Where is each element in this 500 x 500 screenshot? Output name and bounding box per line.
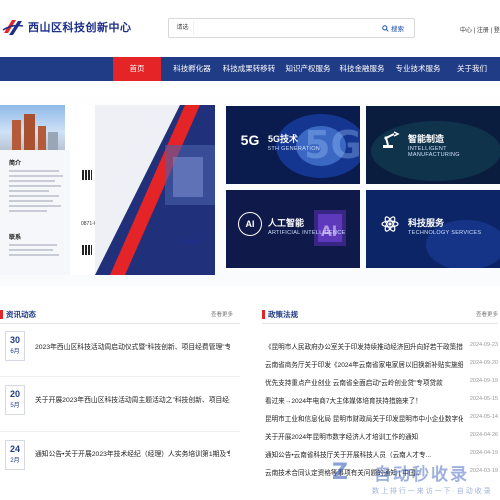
policy-section-title: 政策法规 bbox=[268, 309, 298, 319]
policy-date: 2024-09-19 bbox=[469, 378, 498, 384]
policy-item[interactable]: 《昆明市人民政府办公室关于印发持续推动经济回升向好若干政策措施... 2024-… bbox=[262, 338, 498, 356]
news-item[interactable]: 24 2月 通知公告•关于开展2023年技术经纪（经理）人实务培训第1期及专题.… bbox=[0, 440, 240, 480]
policy-more-link[interactable]: 查看更多 bbox=[476, 310, 498, 318]
policy-date: 2024-09-23 bbox=[469, 342, 498, 348]
tile-tech-services-subtitle: TECHNOLOGY SERVICES bbox=[408, 230, 482, 236]
watermark-logo-icon: Z bbox=[332, 460, 348, 485]
brochure-brand-logo: UFIELD bbox=[178, 240, 200, 246]
tile-manufacturing-title: 智能制造 bbox=[408, 134, 445, 144]
news-date-month: 6月 bbox=[10, 349, 20, 355]
5g-icon: 5G bbox=[240, 132, 260, 148]
tile-5g[interactable]: 5G 5G 5G技术 5TH GENERATION bbox=[226, 106, 360, 184]
policy-item[interactable]: 云南省商务厅关于印发《2024年云南省家电家居以旧换新补贴实施细则... 202… bbox=[262, 356, 498, 374]
tile-5g-subtitle: 5TH GENERATION bbox=[268, 146, 321, 152]
search-button-label: 搜索 bbox=[391, 26, 404, 33]
watermark-text: 自动秒收录 bbox=[374, 465, 469, 484]
policy-headline[interactable]: 昆明市工业和信息化局 昆明市财政局关于印发昆明市中小企业数字化转... bbox=[265, 413, 463, 423]
nav-item-tech-services[interactable]: 专业技术服务 bbox=[393, 57, 443, 81]
policy-item[interactable]: 优先支持重点产业创业 云南省全面启动“云岭创业贷”专项贷款 2024-09-19 bbox=[262, 374, 498, 392]
news-date-day: 20 bbox=[9, 389, 20, 399]
policy-date: 2024-05-14 bbox=[469, 414, 498, 420]
tile-ai-title: 人工智能 bbox=[268, 218, 305, 228]
news-date-day: 30 bbox=[9, 335, 20, 345]
policy-headline[interactable]: 云南省商务厅关于印发《2024年云南省家电家居以旧换新补贴实施细则... bbox=[265, 359, 463, 369]
brochure-contact-heading: 联系 bbox=[9, 235, 22, 241]
news-section-title: 资讯动态 bbox=[6, 309, 36, 319]
policy-item[interactable]: 看过来→2024年电商7大主体媒体培育扶持措施来了！ 2024-05-15 bbox=[262, 392, 498, 410]
news-date-day: 24 bbox=[9, 444, 20, 454]
logo-mark-icon bbox=[2, 16, 24, 38]
nav-item-incubator[interactable]: 科技孵化器 bbox=[168, 57, 216, 81]
site-logo[interactable]: 西山区科技创新中心 bbox=[2, 16, 132, 38]
promo-brochure-image[interactable]: 简介 联系 0871-6213 3380 UFIELD bbox=[0, 105, 215, 275]
policy-date: 2024-09-20 bbox=[469, 360, 498, 366]
building-photo bbox=[0, 105, 65, 150]
news-item[interactable]: 20 5月 关于开展2023年西山区科技活动周主题活动之”科技创新、项目经费..… bbox=[0, 385, 240, 425]
brochure-graphic bbox=[95, 105, 215, 275]
news-divider bbox=[0, 376, 240, 377]
news-headline[interactable]: 通知公告•关于开展2023年技术经纪（经理）人实务培训第1期及专题... bbox=[35, 448, 230, 458]
policy-headline[interactable]: 《昆明市人民政府办公室关于印发持续推动经济回升向好若干政策措施... bbox=[265, 341, 463, 351]
news-date: 20 5月 bbox=[5, 385, 25, 415]
atom-icon bbox=[378, 212, 402, 236]
site-header: 西山区科技创新中心 请选 搜索 中心 | 注册 | 登录 bbox=[0, 0, 500, 57]
news-date-month: 5月 bbox=[10, 403, 20, 409]
news-section-header: 资讯动态 查看更多 bbox=[0, 307, 233, 321]
policy-item[interactable]: 昆明市工业和信息化局 昆明市财政局关于印发昆明市中小企业数字化转... 2024… bbox=[262, 410, 498, 428]
news-divider bbox=[0, 431, 240, 432]
nav-item-finance-services[interactable]: 科技金融服务 bbox=[338, 57, 386, 81]
watermark-overlay: Z 自动秒收录 数 上 排 行 一 来 访 一 下 · 自 动 收 录 bbox=[332, 454, 500, 500]
tile-tech-services[interactable]: 科技服务 TECHNOLOGY SERVICES bbox=[366, 190, 500, 268]
news-headline[interactable]: 2023年西山区科技活动周启动仪式暨“科技创新、项目经费管理”专... bbox=[35, 341, 230, 351]
robot-arm-icon bbox=[378, 128, 402, 152]
tile-5g-title: 5G技术 bbox=[268, 134, 299, 144]
search-scope-select[interactable]: 请选 bbox=[172, 21, 194, 35]
search-input[interactable] bbox=[194, 20, 372, 36]
main-nav: 首页 科技孵化器 科技成果转移转化 知识产权服务 科技金融服务 专业技术服务 关… bbox=[0, 57, 500, 97]
nav-item-tech-transfer[interactable]: 科技成果转移转化 bbox=[220, 57, 278, 97]
news-item[interactable]: 30 6月 2023年西山区科技活动周启动仪式暨“科技创新、项目经费管理”专..… bbox=[0, 331, 240, 371]
nav-item-about[interactable]: 关于我们 bbox=[452, 57, 492, 81]
news-date: 24 2月 bbox=[5, 440, 25, 470]
nav-item-home[interactable]: 首页 bbox=[113, 57, 161, 81]
policy-date: 2024-05-15 bbox=[469, 396, 498, 402]
search-bar: 请选 搜索 bbox=[168, 18, 415, 38]
tile-smart-manufacturing[interactable]: 智能制造 INTELLIGENT MANUFACTURING bbox=[366, 106, 500, 184]
policy-item[interactable]: 关于开展2024年昆明市数字经济人才培训工作的通知 2024-04-26 bbox=[262, 428, 498, 446]
user-links[interactable]: 中心 | 注册 | 登录 bbox=[460, 25, 500, 34]
search-button[interactable]: 搜索 bbox=[372, 19, 414, 37]
brochure-text-panel: 简介 联系 bbox=[0, 150, 70, 275]
nav-item-ip-services[interactable]: 知识产权服务 bbox=[284, 57, 332, 81]
policy-section-header: 政策法规 查看更多 bbox=[262, 307, 498, 321]
policy-date: 2024-04-26 bbox=[469, 432, 498, 438]
site-title: 西山区科技创新中心 bbox=[28, 22, 132, 34]
ai-icon: AI bbox=[238, 212, 262, 236]
search-icon bbox=[382, 24, 389, 32]
news-more-link[interactable]: 查看更多 bbox=[211, 310, 233, 318]
section-accent-bar bbox=[0, 309, 3, 319]
tile-ai-subtitle: ARTIFICIAL INTELLIGENCE bbox=[268, 230, 346, 236]
news-date-month: 2月 bbox=[10, 458, 20, 464]
news-date: 30 6月 bbox=[5, 331, 25, 361]
policy-divider bbox=[262, 323, 498, 324]
brochure-intro-heading: 简介 bbox=[9, 161, 22, 167]
tile-manufacturing-subtitle: INTELLIGENT MANUFACTURING bbox=[408, 146, 460, 158]
tile-tech-services-title: 科技服务 bbox=[408, 218, 445, 228]
policy-headline[interactable]: 关于开展2024年昆明市数字经济人才培训工作的通知 bbox=[265, 431, 463, 441]
policy-headline[interactable]: 看过来→2024年电商7大主体媒体培育扶持措施来了！ bbox=[265, 395, 463, 405]
policy-headline[interactable]: 优先支持重点产业创业 云南省全面启动“云岭创业贷”专项贷款 bbox=[265, 377, 463, 387]
watermark-slogan: 数 上 排 行 一 来 访 一 下 · 自 动 收 录 bbox=[372, 488, 491, 495]
svg-text:5G: 5G bbox=[304, 123, 360, 167]
news-headline[interactable]: 关于开展2023年西山区科技活动周主题活动之”科技创新、项目经费... bbox=[35, 394, 230, 404]
news-divider bbox=[0, 323, 240, 324]
section-accent-bar bbox=[262, 309, 265, 319]
tile-ai[interactable]: AI AI 人工智能 ARTIFICIAL INTELLIGENCE bbox=[226, 190, 360, 268]
